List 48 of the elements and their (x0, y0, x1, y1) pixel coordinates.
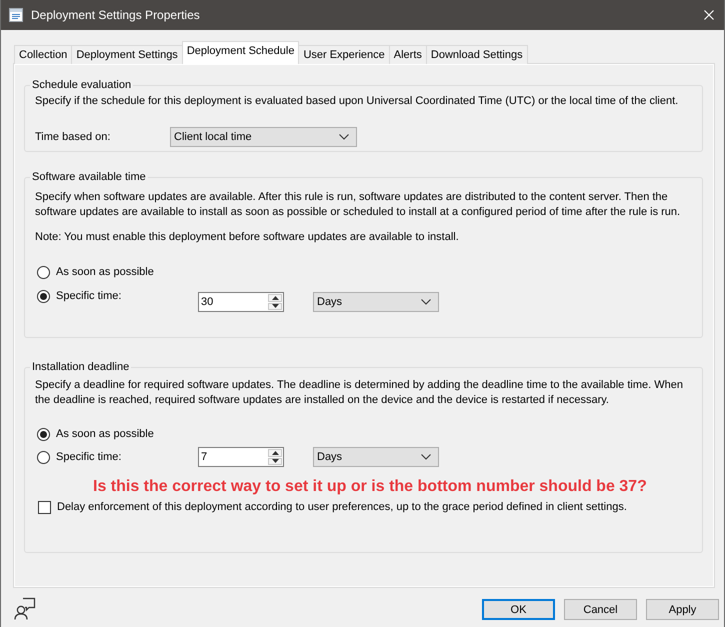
window-title: Deployment Settings Properties (31, 8, 200, 22)
unit-dropdown[interactable]: Days (313, 292, 439, 312)
close-icon (704, 10, 714, 20)
unit-dropdown[interactable]: Days (313, 447, 439, 467)
down-triangle-icon (272, 304, 278, 308)
group-title: Schedule evaluation (31, 78, 132, 93)
radio-button[interactable] (37, 428, 50, 440)
radio-button[interactable] (37, 266, 50, 278)
window-list-icon (9, 8, 23, 22)
chevron-down-icon (421, 299, 431, 305)
checkbox[interactable] (38, 500, 51, 514)
dialog-button[interactable]: OK (482, 599, 555, 620)
checkbox-label: Delay enforcement of this deployment according to user preferences, up to the grace period defined in client settings. (57, 500, 627, 515)
note-text: Note: You must enable this deployment before software updates are available to install. (35, 230, 460, 245)
annotation-text: Is this the correct way to set it up or is the bottom number should be 37? (93, 477, 647, 497)
group-description: Specify a deadline for required software updates. The deadline is determined by adding the deadline time to the available time. When the deadline is reached, required software updates are installed on the device and the device is restarted if necessary. (35, 378, 684, 408)
spin-up-button[interactable] (268, 449, 282, 456)
radio-button[interactable] (37, 290, 50, 303)
down-triangle-icon (272, 459, 278, 464)
field-label: Time based on: (35, 131, 112, 143)
spin-down-button[interactable] (268, 458, 282, 465)
person-speech-bubble-icon[interactable] (14, 597, 36, 620)
up-triangle-icon (272, 296, 278, 300)
chevron-down-icon (339, 134, 349, 140)
chevron-down-icon (421, 454, 431, 460)
group-description: Specify if the schedule for this deployment is evaluated based upon Universal Coordinated Time (UTC) or the local time of the client. (35, 94, 680, 109)
tab[interactable]: Collection (14, 45, 72, 64)
radio-label: Specific time: (56, 450, 122, 465)
time-basis-dropdown[interactable]: Client local time (170, 127, 357, 147)
spin-up-button[interactable] (268, 294, 282, 302)
radio-label: As soon as possible (56, 427, 155, 442)
dialog-button[interactable]: Apply (646, 599, 719, 620)
tab[interactable]: Deployment Schedule (182, 41, 300, 64)
radio-label: Specific time: (56, 289, 122, 304)
group-title: Software available time (31, 170, 147, 185)
tab[interactable]: User Experience (298, 45, 390, 64)
tab[interactable]: Deployment Settings (71, 45, 183, 64)
tab[interactable]: Alerts (388, 45, 427, 64)
radio-button[interactable] (37, 450, 50, 464)
dialog-button[interactable]: Cancel (564, 599, 637, 620)
spin-down-button[interactable] (268, 302, 282, 310)
group-title: Installation deadline (31, 360, 130, 375)
radio-label: As soon as possible (56, 265, 155, 280)
number-spin-field[interactable]: 7 (198, 447, 284, 467)
group-description: Specify when software updates are available. After this rule is run, software updates are distributed to the content server. Then the software updates are available to install as soon as possible or scheduled to install at a configured period of time after the rule is run. (35, 190, 682, 220)
up-triangle-icon (272, 450, 278, 455)
tab[interactable]: Download Settings (426, 45, 528, 64)
number-spin-field[interactable]: 30 (198, 292, 284, 312)
